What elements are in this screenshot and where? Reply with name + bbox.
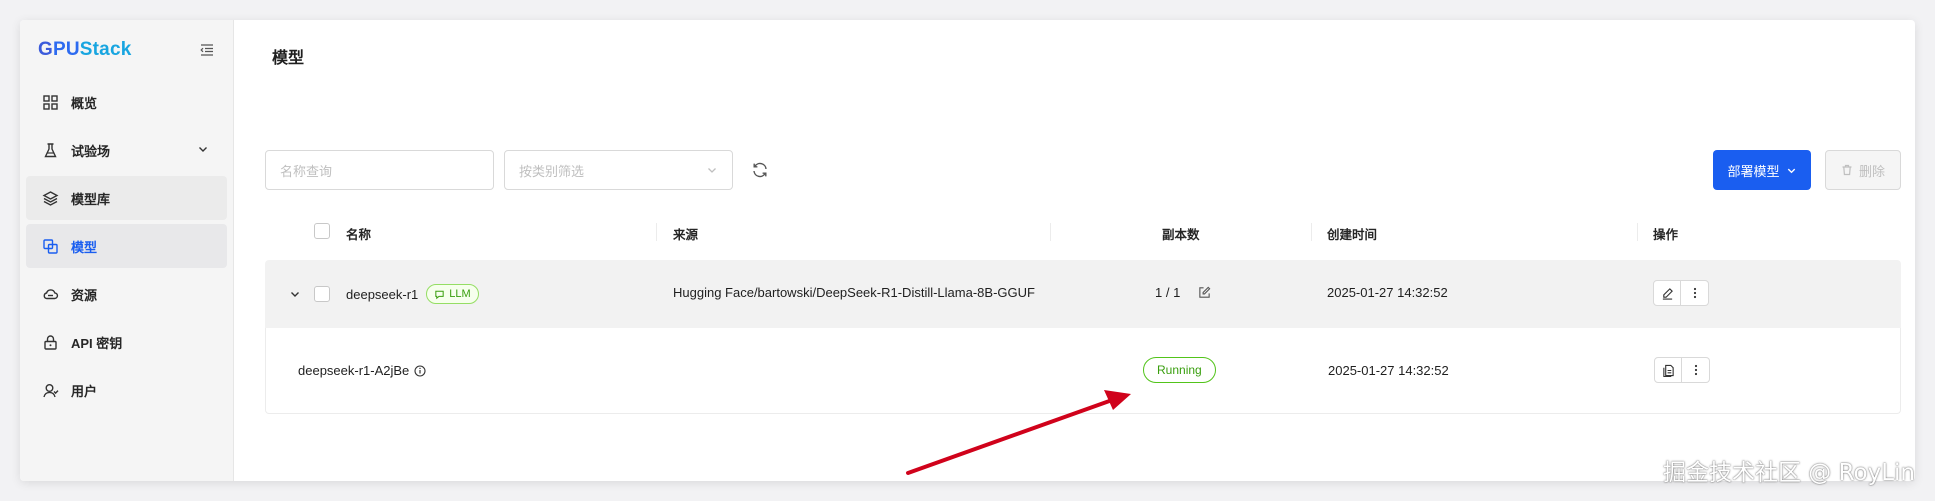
table-row[interactable]: deepseek-r1 LLM Hugging Face/bartowski/D… xyxy=(265,260,1901,328)
sidebar-item-api-keys[interactable]: API 密钥 xyxy=(26,320,227,364)
replicas-cell: 1 / 1 xyxy=(1155,285,1211,300)
category-badge: LLM xyxy=(426,284,479,304)
column-divider xyxy=(1050,223,1051,241)
chevron-down-icon xyxy=(708,168,716,173)
column-divider xyxy=(1637,223,1638,241)
category-badge-label: LLM xyxy=(449,288,471,300)
instance-created-time: 2025-01-27 14:32:52 xyxy=(1328,363,1449,378)
sidebar-item-playground[interactable]: 试验场 xyxy=(26,128,227,172)
refresh-icon[interactable] xyxy=(751,161,769,179)
logo-part-pu: PU xyxy=(52,39,80,60)
row-checkbox[interactable] xyxy=(314,286,330,302)
sidebar-item-label: 模型库 xyxy=(71,191,111,207)
model-source: Hugging Face/bartowski/DeepSeek-R1-Disti… xyxy=(673,285,1035,300)
edit-icon xyxy=(1662,287,1673,300)
column-header-created[interactable]: 创建时间 xyxy=(1327,224,1377,243)
sidebar-item-users[interactable]: 用户 xyxy=(26,368,227,412)
models-icon xyxy=(42,238,59,255)
sidebar-item-label: 试验场 xyxy=(71,143,111,159)
main-content: 模型 名称查询 按类别筛选 部署模型 删除 名称 来源 副本数 创建时间 操作 … xyxy=(234,20,1915,481)
user-icon xyxy=(42,382,59,399)
sidebar-item-label: 概览 xyxy=(71,95,98,111)
flask-icon xyxy=(42,142,59,159)
collapse-sidebar-icon[interactable] xyxy=(199,42,215,58)
delete-button[interactable]: 删除 xyxy=(1825,150,1901,190)
column-header-replicas[interactable]: 副本数 xyxy=(1162,224,1200,243)
app-window: GPUStack 概览 试验场 模型库 模型 资源 API 密钥 用户 模型 名… xyxy=(20,20,1915,481)
page-title: 模型 xyxy=(272,50,305,67)
sidebar-item-label: 用户 xyxy=(71,383,98,399)
model-created-time: 2025-01-27 14:32:52 xyxy=(1327,285,1448,300)
toolbar: 名称查询 按类别筛选 部署模型 删除 xyxy=(265,150,1901,190)
sidebar: GPUStack 概览 试验场 模型库 模型 资源 API 密钥 用户 xyxy=(20,20,234,481)
column-header-name[interactable]: 名称 xyxy=(346,224,371,243)
column-header-source[interactable]: 来源 xyxy=(673,224,698,243)
category-filter-select[interactable]: 按类别筛选 xyxy=(504,150,733,190)
search-placeholder: 名称查询 xyxy=(280,163,333,179)
logo-row: GPUStack xyxy=(20,20,233,80)
chevron-down-icon[interactable] xyxy=(197,143,209,155)
more-vertical-icon xyxy=(1694,364,1697,376)
instance-status-cell: Running xyxy=(1143,357,1216,383)
sidebar-item-label: 资源 xyxy=(71,287,98,303)
watermark: 掘金技术社区 @ RoyLin xyxy=(1662,460,1915,486)
select-all-checkbox[interactable] xyxy=(314,223,330,239)
column-divider xyxy=(1311,223,1312,241)
more-actions-button[interactable] xyxy=(1682,357,1710,383)
instance-actions xyxy=(1654,357,1710,383)
layers-icon xyxy=(42,190,59,207)
sidebar-item-label: API 密钥 xyxy=(71,335,123,351)
deploy-model-label: 部署模型 xyxy=(1727,163,1780,179)
delete-label: 删除 xyxy=(1858,163,1885,179)
dashboard-icon xyxy=(42,94,59,111)
logo-part-g: G xyxy=(38,39,53,60)
replicas-count: 1 / 1 xyxy=(1155,285,1181,300)
sidebar-item-label: 模型 xyxy=(71,239,98,255)
logs-icon xyxy=(1662,364,1674,377)
edit-model-button[interactable] xyxy=(1653,280,1681,306)
instance-row[interactable]: deepseek-r1-A2jBe Running 2025-01-27 14:… xyxy=(265,328,1901,414)
instance-name-cell: deepseek-r1-A2jBe xyxy=(298,363,426,378)
more-vertical-icon xyxy=(1693,287,1696,299)
sidebar-item-resources[interactable]: 资源 xyxy=(26,272,227,316)
info-icon[interactable] xyxy=(414,364,426,377)
instance-name: deepseek-r1-A2jBe xyxy=(298,363,410,378)
lock-icon xyxy=(42,334,59,351)
status-badge: Running xyxy=(1143,357,1216,383)
chevron-down-icon xyxy=(1787,168,1795,173)
cloud-icon xyxy=(42,286,59,303)
sidebar-item-overview[interactable]: 概览 xyxy=(26,80,227,124)
models-table: 名称 来源 副本数 创建时间 操作 deepseek-r1 LLM Huggin… xyxy=(265,210,1901,414)
column-divider xyxy=(656,223,657,241)
deploy-model-button[interactable]: 部署模型 xyxy=(1713,150,1811,190)
search-input[interactable]: 名称查询 xyxy=(265,150,494,190)
trash-icon xyxy=(1842,164,1852,176)
logo[interactable]: GPUStack xyxy=(38,39,131,61)
sidebar-item-models[interactable]: 模型 xyxy=(26,224,227,268)
chevron-down-icon[interactable] xyxy=(289,288,301,300)
sidebar-nav: 概览 试验场 模型库 模型 资源 API 密钥 用户 xyxy=(20,80,233,412)
table-header: 名称 来源 副本数 创建时间 操作 xyxy=(265,210,1901,252)
sidebar-item-model-catalog[interactable]: 模型库 xyxy=(26,176,227,220)
view-logs-button[interactable] xyxy=(1654,357,1682,383)
model-name-cell: deepseek-r1 LLM xyxy=(346,283,479,305)
logo-part-stack: Stack xyxy=(79,39,132,60)
more-actions-button[interactable] xyxy=(1681,280,1709,306)
edit-replicas-icon[interactable] xyxy=(1198,286,1211,299)
model-actions xyxy=(1653,280,1709,306)
model-name[interactable]: deepseek-r1 xyxy=(346,287,418,302)
filter-placeholder: 按类别筛选 xyxy=(519,163,585,179)
chat-icon xyxy=(435,290,444,299)
column-header-actions: 操作 xyxy=(1653,228,1679,242)
